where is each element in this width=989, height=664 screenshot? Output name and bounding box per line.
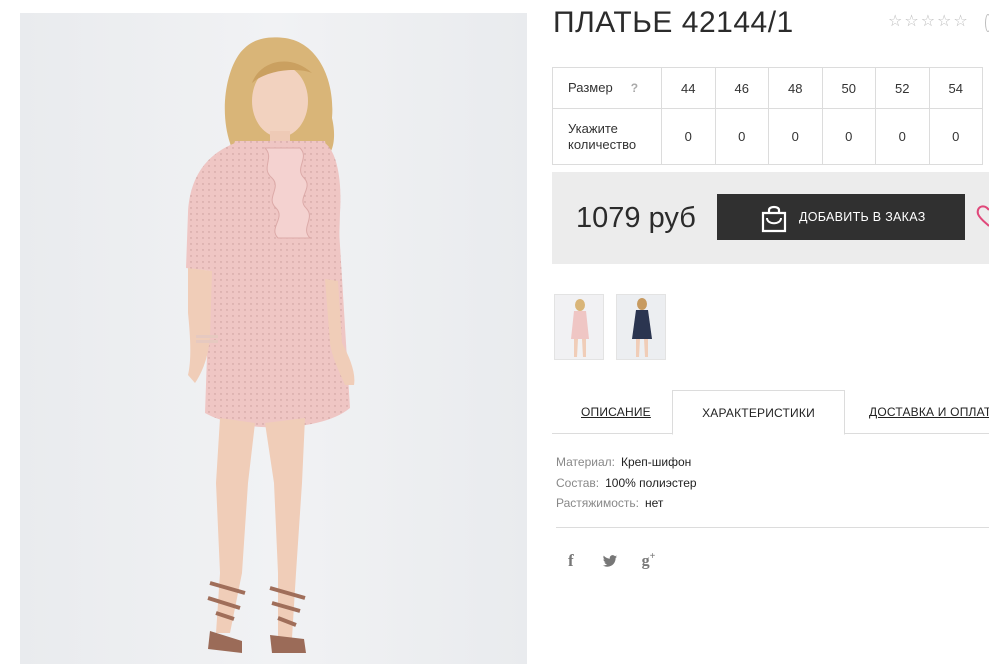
add-to-order-label: ДОБАВИТЬ В ЗАКАЗ [799,210,926,224]
star-icon[interactable]: ☆ [904,13,918,31]
characteristics-list: Материал: Креп-шифон Состав: 100% полиэсте… [556,452,697,514]
size-label-cell: Размер? [552,67,662,109]
tab-characteristics[interactable]: ХАРАКТЕРИСТИКИ [672,390,845,435]
product-price: 1079 руб [576,202,696,234]
characteristic-value: 100% полиэстер [605,475,697,490]
wishlist-heart-icon[interactable] [976,204,989,228]
google-plus-icon[interactable]: g+ [642,551,656,570]
thumbnail-pink-dress[interactable] [554,294,604,360]
size-cell: 48 [768,67,823,109]
product-title: ПЛАТЬЕ 42144/1 [553,6,794,39]
characteristic-value: нет [645,496,664,510]
size-cell: 54 [928,67,983,109]
characteristic-key: Состав: [556,475,600,490]
rating-count-badge [985,14,989,32]
quantity-label-line1: Укажите [568,120,618,136]
star-icon[interactable]: ☆ [937,13,951,31]
section-divider [556,527,989,528]
quantity-input[interactable]: 0 [768,108,823,165]
quantity-input[interactable]: 0 [661,108,716,165]
twitter-icon[interactable] [602,554,618,568]
size-cell: 50 [821,67,876,109]
tab-delivery[interactable]: ДОСТАВКА И ОПЛАТА [869,390,989,434]
size-label: Размер [568,80,613,95]
size-cell: 52 [875,67,930,109]
shopping-bag-icon [761,205,787,233]
quantity-input[interactable]: 0 [821,108,876,165]
size-table: Размер? 44 46 48 50 52 54 Укажите количе… [552,67,983,165]
product-tabs: ОПИСАНИЕ ХАРАКТЕРИСТИКИ ДОСТАВКА И ОПЛАТ… [552,390,989,435]
quantity-label-cell: Укажите количество [552,108,662,165]
product-main-photo[interactable] [20,13,527,664]
tab-description[interactable]: ОПИСАНИЕ [581,390,651,434]
characteristic-value: Креп-шифон [620,455,692,469]
characteristic-row: Растяжимость: нет [556,493,697,514]
characteristic-row: Состав: 100% полиэстер [556,473,697,494]
size-cell: 44 [661,67,716,109]
quantity-label-line2: количество [568,136,637,152]
quantity-input[interactable]: 0 [714,108,769,165]
thumbnail-navy-dress[interactable] [616,294,666,360]
size-help-icon[interactable]: ? [631,81,638,95]
size-cell: 46 [714,67,769,109]
quantity-input[interactable]: 0 [928,108,983,165]
characteristic-key: Материал: [556,455,615,469]
star-icon[interactable]: ☆ [921,13,935,31]
google-plus-label: g [641,552,650,570]
characteristic-key: Растяжимость: [556,496,640,510]
social-share: f g+ [568,551,655,571]
order-box: 1079 руб ДОБАВИТЬ В ЗАКАЗ [552,172,989,264]
facebook-icon[interactable]: f [568,551,574,571]
star-icon[interactable]: ☆ [953,13,967,31]
quantity-input[interactable]: 0 [875,108,930,165]
star-icon[interactable]: ☆ [888,13,902,31]
add-to-order-button[interactable]: ДОБАВИТЬ В ЗАКАЗ [717,194,965,240]
rating-stars[interactable]: ☆ ☆ ☆ ☆ ☆ [888,13,968,31]
characteristic-row: Материал: Креп-шифон [556,452,697,473]
